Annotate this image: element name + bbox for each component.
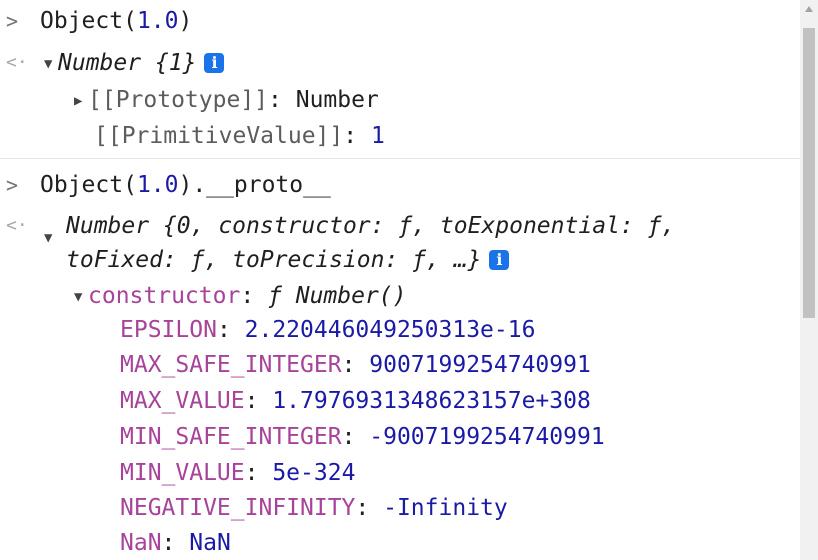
property-key: NaN: [120, 530, 162, 556]
info-icon[interactable]: i: [489, 250, 510, 270]
result-arrow-icon: <·: [6, 215, 28, 236]
property-key: MIN_SAFE_INTEGER: [120, 424, 342, 450]
object-summary-line1: Number {0, constructor: ƒ, toExponential…: [66, 213, 676, 239]
constructor-value: ƒ Number(): [268, 283, 407, 309]
prompt-chevron-icon: >: [6, 9, 19, 33]
object-summary-line2: toFixed: ƒ, toPrecision: ƒ, …}: [66, 247, 482, 273]
property-key: EPSILON: [120, 317, 217, 343]
property-key: MAX_VALUE: [120, 388, 245, 414]
property-key: NEGATIVE_INFINITY: [120, 495, 356, 521]
object-summary: Number {1}: [58, 50, 197, 76]
property-value: -Infinity: [383, 495, 508, 521]
scroll-up-arrow-icon[interactable]: [805, 6, 813, 12]
property-value: 1.7976931348623157e+308: [272, 388, 591, 414]
property-value: -9007199254740991: [369, 424, 605, 450]
prompt-chevron-icon: >: [6, 173, 19, 197]
property-key: MAX_SAFE_INTEGER: [120, 352, 342, 378]
prototype-value: Number: [295, 87, 379, 113]
vertical-scrollbar[interactable]: [800, 0, 818, 560]
devtools-console: > Object(1.0) <· ▼ Number {1} i ▶ [[Prototy…: [0, 0, 800, 560]
input-call: Object(: [40, 172, 137, 198]
property-value: 5e-324: [272, 460, 356, 486]
triangle-down-icon[interactable]: ▼: [74, 280, 88, 314]
primitive-key: [[PrimitiveValue]]: [94, 123, 344, 149]
triangle-down-icon[interactable]: ▼: [44, 221, 58, 255]
property-value: NaN: [189, 530, 231, 556]
scrollbar-thumb[interactable]: [803, 28, 815, 318]
input-rest: ).__proto__: [178, 172, 331, 198]
input-arg: 1.0: [136, 8, 179, 34]
info-icon[interactable]: i: [204, 53, 225, 73]
constructor-key: constructor: [88, 283, 241, 309]
primitive-value: 1: [370, 123, 385, 149]
input-call: Object(: [40, 8, 137, 34]
triangle-down-icon[interactable]: ▼: [44, 47, 58, 81]
result-arrow-icon: <·: [6, 52, 28, 73]
property-key: MIN_VALUE: [120, 460, 245, 486]
property-value: 9007199254740991: [369, 352, 591, 378]
prototype-key: [[Prototype]]: [88, 87, 269, 113]
triangle-right-icon[interactable]: ▶: [74, 84, 88, 118]
entry-divider: [0, 158, 800, 159]
property-value: 2.220446049250313e-16: [244, 317, 536, 343]
input-arg: 1.0: [136, 172, 179, 198]
input-close: ): [178, 8, 193, 34]
